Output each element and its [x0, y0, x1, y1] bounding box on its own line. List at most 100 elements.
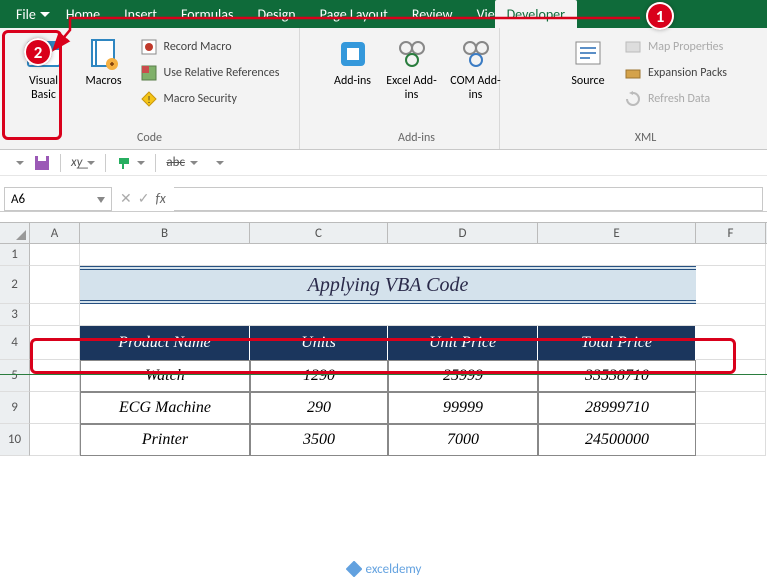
- expansion-packs-icon: [624, 64, 642, 82]
- cell[interactable]: [30, 360, 80, 392]
- cell[interactable]: [30, 424, 80, 456]
- header-units[interactable]: Units: [250, 326, 388, 360]
- data-cell[interactable]: 28999710: [538, 392, 696, 424]
- addins-button[interactable]: Add-ins: [328, 32, 378, 88]
- data-cell[interactable]: 33538710: [538, 360, 696, 392]
- save-icon[interactable]: [34, 155, 50, 171]
- addins-label: Add-ins: [334, 74, 371, 88]
- com-addins-button[interactable]: COM Add-ins: [446, 32, 506, 103]
- macro-security-button[interactable]: ! Macro Security: [136, 88, 284, 110]
- use-relative-icon: [140, 64, 158, 82]
- formula-bar[interactable]: [174, 187, 763, 211]
- excel-addins-label: Excel Add-ins: [384, 74, 440, 103]
- fx-icon[interactable]: fx: [155, 190, 165, 207]
- data-cell[interactable]: Printer: [80, 424, 250, 456]
- format-painter[interactable]: [116, 155, 145, 171]
- tab-formulas[interactable]: Formulas: [169, 0, 245, 28]
- name-box[interactable]: A6: [4, 187, 112, 211]
- macros-label: Macros: [85, 74, 121, 88]
- cell[interactable]: [30, 244, 80, 266]
- cell[interactable]: [696, 326, 766, 360]
- qat-menu[interactable]: [8, 155, 24, 170]
- cancel-icon: ✕: [120, 190, 132, 207]
- record-macro-label: Record Macro: [164, 40, 232, 54]
- row-header[interactable]: 9: [0, 392, 30, 424]
- callout-1: 1: [646, 2, 674, 30]
- source-button[interactable]: Source: [560, 32, 616, 88]
- source-label: Source: [571, 74, 604, 88]
- tab-view[interactable]: View: [465, 0, 495, 28]
- data-cell[interactable]: ECG Machine: [80, 392, 250, 424]
- tab-developer[interactable]: Developer: [495, 0, 577, 28]
- tab-home[interactable]: Home: [54, 0, 112, 28]
- refresh-icon: [624, 90, 642, 108]
- qat-more[interactable]: [208, 155, 224, 170]
- col-header-c[interactable]: C: [250, 223, 388, 243]
- addins-icon: [335, 36, 371, 72]
- callout-2: 2: [24, 38, 52, 66]
- use-relative-button[interactable]: Use Relative References: [136, 62, 284, 84]
- cell[interactable]: [80, 304, 766, 326]
- use-relative-label: Use Relative References: [164, 66, 280, 80]
- excel-addins-icon: [394, 36, 430, 72]
- tab-file[interactable]: File: [6, 0, 54, 28]
- cell[interactable]: [696, 424, 766, 456]
- title-cell[interactable]: Applying VBA Code: [80, 266, 696, 304]
- tab-insert[interactable]: Insert: [112, 0, 169, 28]
- col-header-a[interactable]: A: [30, 223, 80, 243]
- cell[interactable]: [30, 326, 80, 360]
- row-header[interactable]: 1: [0, 244, 30, 266]
- col-header-f[interactable]: F: [696, 223, 766, 243]
- cell[interactable]: [30, 392, 80, 424]
- col-header-b[interactable]: B: [80, 223, 250, 243]
- data-cell[interactable]: 3500: [250, 424, 388, 456]
- row-header[interactable]: 3: [0, 304, 30, 326]
- col-header-e[interactable]: E: [538, 223, 696, 243]
- cell[interactable]: [696, 360, 766, 392]
- select-all-corner[interactable]: [0, 223, 30, 243]
- strikethrough[interactable]: abc: [166, 155, 198, 170]
- tab-page-layout[interactable]: Page Layout: [308, 0, 400, 28]
- source-icon: [570, 36, 606, 72]
- data-cell[interactable]: 25999: [388, 360, 538, 392]
- refresh-data-button: Refresh Data: [620, 88, 731, 110]
- expansion-packs-button[interactable]: Expansion Packs: [620, 62, 731, 84]
- row-header[interactable]: 2: [0, 266, 30, 304]
- header-product[interactable]: Product Name: [80, 326, 250, 360]
- ribbon: {} Visual Basic Macros Record Macro Use …: [0, 28, 767, 150]
- tab-review[interactable]: Review: [400, 0, 465, 28]
- row-header[interactable]: 10: [0, 424, 30, 456]
- refresh-data-label: Refresh Data: [648, 92, 710, 106]
- record-macro-button[interactable]: Record Macro: [136, 36, 284, 58]
- data-cell[interactable]: 1290: [250, 360, 388, 392]
- macros-button[interactable]: Macros: [76, 32, 132, 88]
- xy-format[interactable]: x͟y: [71, 155, 95, 170]
- cell[interactable]: [30, 266, 80, 304]
- tab-design[interactable]: Design: [245, 0, 307, 28]
- com-addins-label: COM Add-ins: [448, 74, 504, 103]
- cell[interactable]: [30, 304, 80, 326]
- cell[interactable]: [80, 244, 766, 266]
- visual-basic-label: Visual Basic: [18, 74, 70, 103]
- data-cell[interactable]: 290: [250, 392, 388, 424]
- watermark: exceldemy: [346, 561, 422, 577]
- macro-security-icon: !: [140, 90, 158, 108]
- expansion-packs-label: Expansion Packs: [648, 66, 727, 80]
- col-header-d[interactable]: D: [388, 223, 538, 243]
- row-header[interactable]: 5: [0, 360, 30, 392]
- row-header[interactable]: 4: [0, 326, 30, 360]
- quick-access-toolbar: x͟y abc: [0, 150, 767, 176]
- data-cell[interactable]: 99999: [388, 392, 538, 424]
- formula-bar-row: A6 ✕ ✓ fx: [0, 186, 767, 212]
- data-cell[interactable]: 24500000: [538, 424, 696, 456]
- macro-security-label: Macro Security: [164, 92, 237, 106]
- cell[interactable]: [696, 266, 766, 304]
- header-total-price[interactable]: Total Price: [538, 326, 696, 360]
- data-cell[interactable]: Watch: [80, 360, 250, 392]
- cell[interactable]: [696, 392, 766, 424]
- excel-addins-button[interactable]: Excel Add-ins: [382, 32, 442, 103]
- data-cell[interactable]: 7000: [388, 424, 538, 456]
- spreadsheet-grid[interactable]: A B C D E F 1 2 Applying VBA Code 3 4 Pr…: [0, 222, 767, 456]
- header-unit-price[interactable]: Unit Price: [388, 326, 538, 360]
- record-macro-icon: [140, 38, 158, 56]
